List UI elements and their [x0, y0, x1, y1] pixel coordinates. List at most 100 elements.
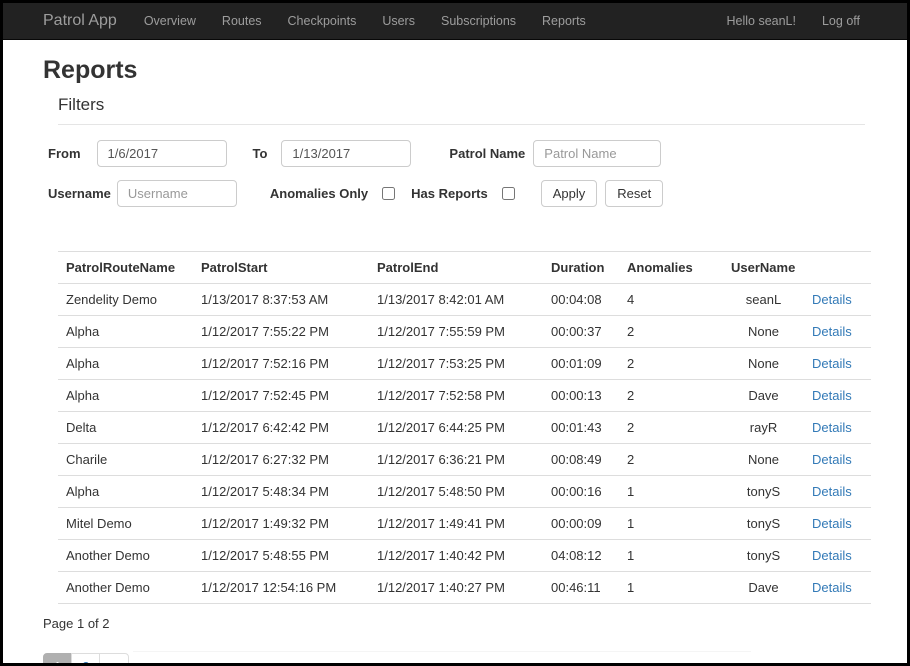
- cell-details: Details: [804, 476, 871, 508]
- cell-patrol-start: 1/12/2017 6:42:42 PM: [193, 412, 369, 444]
- cell-username: None: [723, 316, 804, 348]
- details-link[interactable]: Details: [812, 420, 852, 435]
- cell-patrol-route-name: Mitel Demo: [58, 508, 193, 540]
- cell-patrol-start: 1/12/2017 7:52:45 PM: [193, 380, 369, 412]
- cell-anomalies: 2: [619, 380, 723, 412]
- cell-patrol-end: 1/13/2017 8:42:01 AM: [369, 284, 543, 316]
- cell-patrol-end: 1/12/2017 5:48:50 PM: [369, 476, 543, 508]
- page-button-2[interactable]: 2: [71, 653, 100, 666]
- apply-button[interactable]: Apply: [541, 180, 598, 207]
- cell-anomalies: 4: [619, 284, 723, 316]
- cell-username: tonyS: [723, 540, 804, 572]
- reset-button[interactable]: Reset: [605, 180, 663, 207]
- cell-patrol-route-name: Alpha: [58, 380, 193, 412]
- from-date-input[interactable]: [97, 140, 227, 167]
- page-title: Reports: [43, 56, 865, 85]
- cell-duration: 00:08:49: [543, 444, 619, 476]
- cell-anomalies: 2: [619, 444, 723, 476]
- to-label: To: [253, 146, 268, 161]
- cell-patrol-start: 1/13/2017 8:37:53 AM: [193, 284, 369, 316]
- cell-anomalies: 1: [619, 540, 723, 572]
- cell-duration: 00:46:11: [543, 572, 619, 604]
- footer-divider: [133, 651, 751, 652]
- anomalies-only-checkbox[interactable]: [382, 187, 395, 200]
- brand-link[interactable]: Patrol App: [43, 12, 117, 30]
- cell-username: None: [723, 444, 804, 476]
- username-input[interactable]: [117, 180, 237, 207]
- table-row: Mitel Demo1/12/2017 1:49:32 PM1/12/2017 …: [58, 508, 871, 540]
- cell-patrol-start: 1/12/2017 6:27:32 PM: [193, 444, 369, 476]
- nav-item-users[interactable]: Users: [369, 14, 428, 28]
- nav-item-overview[interactable]: Overview: [131, 14, 209, 28]
- has-reports-label: Has Reports: [411, 186, 488, 201]
- patrol-name-input[interactable]: [533, 140, 661, 167]
- nav-item-reports[interactable]: Reports: [529, 14, 599, 28]
- has-reports-checkbox[interactable]: [502, 187, 515, 200]
- cell-anomalies: 2: [619, 348, 723, 380]
- details-link[interactable]: Details: [812, 388, 852, 403]
- cell-details: Details: [804, 348, 871, 380]
- details-link[interactable]: Details: [812, 548, 852, 563]
- logoff-link[interactable]: Log off: [809, 14, 873, 28]
- cell-anomalies: 1: [619, 476, 723, 508]
- cell-patrol-start: 1/12/2017 5:48:34 PM: [193, 476, 369, 508]
- greeting-link[interactable]: Hello seanL!: [713, 14, 809, 28]
- table-row: Alpha1/12/2017 5:48:34 PM1/12/2017 5:48:…: [58, 476, 871, 508]
- report-table-body: Zendelity Demo1/13/2017 8:37:53 AM1/13/2…: [58, 284, 871, 604]
- cell-duration: 00:00:13: [543, 380, 619, 412]
- page-button-next[interactable]: »: [99, 653, 128, 666]
- details-link[interactable]: Details: [812, 324, 852, 339]
- table-row: Charile1/12/2017 6:27:32 PM1/12/2017 6:3…: [58, 444, 871, 476]
- cell-username: Dave: [723, 380, 804, 412]
- anomalies-only-label: Anomalies Only: [270, 186, 368, 201]
- column-duration: Duration: [543, 252, 619, 284]
- table-row: Alpha1/12/2017 7:52:16 PM1/12/2017 7:53:…: [58, 348, 871, 380]
- cell-patrol-start: 1/12/2017 7:55:22 PM: [193, 316, 369, 348]
- cell-patrol-route-name: Alpha: [58, 348, 193, 380]
- filter-row-2: Username Anomalies Only Has Reports Appl…: [48, 180, 865, 207]
- page-summary: Page 1 of 2: [43, 616, 865, 631]
- cell-duration: 00:04:08: [543, 284, 619, 316]
- cell-patrol-end: 1/12/2017 1:40:27 PM: [369, 572, 543, 604]
- cell-duration: 00:00:16: [543, 476, 619, 508]
- table-header-row: PatrolRouteName PatrolStart PatrolEnd Du…: [58, 252, 871, 284]
- cell-patrol-start: 1/12/2017 7:52:16 PM: [193, 348, 369, 380]
- cell-duration: 04:08:12: [543, 540, 619, 572]
- pagination: 1 2 »: [43, 653, 129, 666]
- details-link[interactable]: Details: [812, 356, 852, 371]
- from-label: From: [48, 146, 81, 161]
- details-link[interactable]: Details: [812, 452, 852, 467]
- to-date-input[interactable]: [281, 140, 411, 167]
- cell-patrol-end: 1/12/2017 6:36:21 PM: [369, 444, 543, 476]
- cell-details: Details: [804, 508, 871, 540]
- cell-patrol-end: 1/12/2017 1:40:42 PM: [369, 540, 543, 572]
- details-link[interactable]: Details: [812, 580, 852, 595]
- table-row: Zendelity Demo1/13/2017 8:37:53 AM1/13/2…: [58, 284, 871, 316]
- cell-anomalies: 2: [619, 412, 723, 444]
- cell-details: Details: [804, 412, 871, 444]
- cell-duration: 00:01:43: [543, 412, 619, 444]
- nav-item-routes[interactable]: Routes: [209, 14, 275, 28]
- cell-duration: 00:00:37: [543, 316, 619, 348]
- cell-patrol-start: 1/12/2017 1:49:32 PM: [193, 508, 369, 540]
- cell-details: Details: [804, 284, 871, 316]
- column-anomalies: Anomalies: [619, 252, 723, 284]
- table-row: Alpha1/12/2017 7:52:45 PM1/12/2017 7:52:…: [58, 380, 871, 412]
- column-patrol-start: PatrolStart: [193, 252, 369, 284]
- cell-patrol-route-name: Zendelity Demo: [58, 284, 193, 316]
- nav-item-checkpoints[interactable]: Checkpoints: [275, 14, 370, 28]
- cell-patrol-end: 1/12/2017 7:52:58 PM: [369, 380, 543, 412]
- details-link[interactable]: Details: [812, 292, 852, 307]
- cell-username: tonyS: [723, 476, 804, 508]
- table-row: Delta1/12/2017 6:42:42 PM1/12/2017 6:44:…: [58, 412, 871, 444]
- page-button-1[interactable]: 1: [43, 653, 72, 666]
- nav-item-subscriptions[interactable]: Subscriptions: [428, 14, 529, 28]
- navbar: Patrol App Overview Routes Checkpoints U…: [3, 3, 907, 40]
- details-link[interactable]: Details: [812, 516, 852, 531]
- cell-patrol-route-name: Another Demo: [58, 540, 193, 572]
- patrol-name-label: Patrol Name: [449, 146, 525, 161]
- filters-fieldset: Filters From To Patrol Name Username Ano…: [58, 95, 865, 220]
- details-link[interactable]: Details: [812, 484, 852, 499]
- cell-username: Dave: [723, 572, 804, 604]
- table-row: Another Demo1/12/2017 12:54:16 PM1/12/20…: [58, 572, 871, 604]
